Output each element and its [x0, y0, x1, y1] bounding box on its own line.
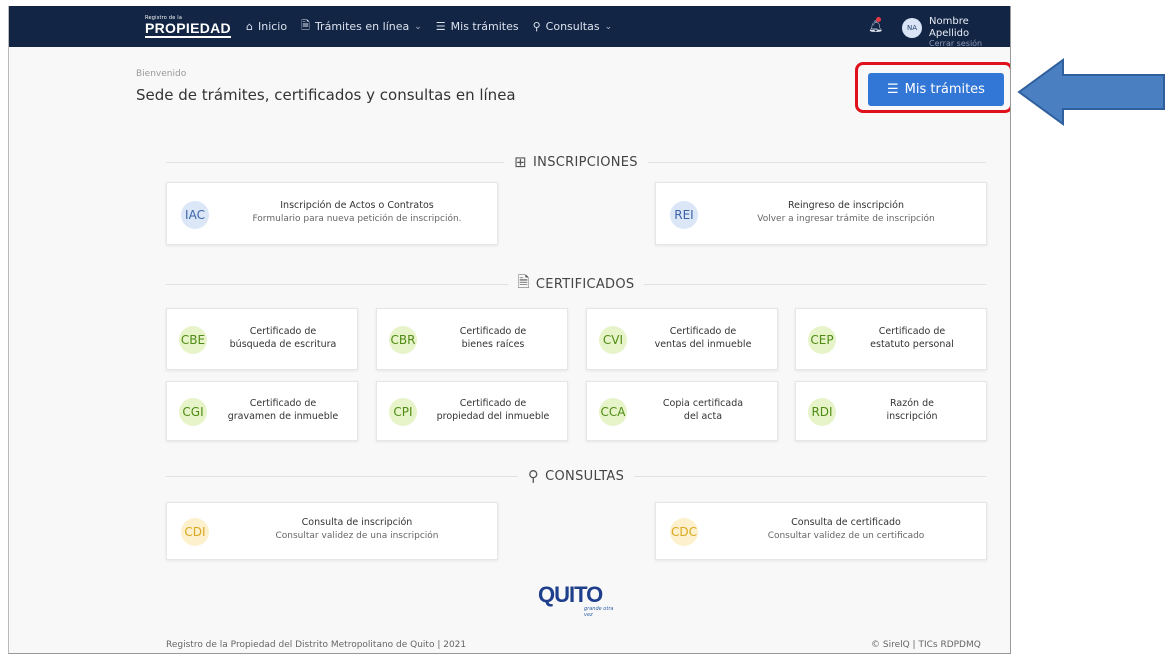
card-rdi-line2: inscripción — [886, 410, 938, 422]
badge-rdi: RDI — [808, 398, 836, 426]
footer-copyright: Registro de la Propiedad del Distrito Me… — [166, 640, 467, 650]
card-cgi-line1: Certificado de — [249, 398, 317, 409]
quito-logo: QUITO grande otra vez — [538, 582, 618, 618]
card-iac-subtitle: Formulario para nueva petición de inscri… — [252, 213, 462, 224]
badge-cep: CEP — [808, 326, 836, 354]
badge-cbr: CBR — [389, 326, 417, 354]
badge-cgi: CGI — [179, 398, 207, 426]
avatar[interactable]: NA — [902, 18, 922, 38]
search-icon: ⚲ — [532, 20, 541, 33]
card-iac[interactable]: IAC Inscripción de Actos o Contratos For… — [166, 182, 498, 245]
section-consultas-title: CONSULTAS — [545, 468, 625, 484]
card-cdi-subtitle: Consultar validez de una inscripción — [275, 530, 439, 541]
card-cep-line2: estatuto personal — [870, 338, 954, 350]
search-icon: ⚲ — [527, 467, 540, 485]
nav-consultas-label: Consultas — [545, 20, 600, 33]
quito-tagline: grande otra vez — [584, 606, 614, 618]
badge-iac: IAC — [181, 201, 209, 229]
card-cgi-line2: gravamen de inmueble — [227, 410, 339, 422]
card-iac-title: Inscripción de Actos o Contratos — [280, 200, 434, 211]
card-cca-line1: Copia certificada — [662, 398, 744, 409]
welcome-text: Bienvenido — [136, 69, 187, 79]
nav-tramites-label: Trámites en línea — [314, 20, 410, 33]
document-plus-icon: ⊞ — [514, 153, 528, 171]
card-cbe[interactable]: CBE Certificado de búsqueda de escritura — [166, 308, 358, 370]
card-rei-subtitle: Volver a ingresar trámite de inscripción — [757, 213, 935, 224]
document-icon: 🗎 — [301, 19, 310, 32]
nav-inicio[interactable]: ⌂ Inicio — [246, 20, 287, 33]
card-cdc[interactable]: CDC Consulta de certificado Consultar va… — [655, 502, 987, 560]
card-rei-title: Reingreso de inscripción — [787, 200, 905, 211]
logout-link[interactable]: Cerrar sesión — [929, 39, 1010, 48]
card-cpi-line1: Certificado de — [459, 398, 527, 409]
section-certificados-title: CERTIFICADOS — [535, 276, 635, 292]
page-title: Sede de trámites, certificados y consult… — [136, 86, 516, 104]
card-cpi[interactable]: CPI Certificado de propiedad del inmuebl… — [376, 381, 568, 441]
nav-tramites-en-linea[interactable]: 🗎 Trámites en línea ⌄ — [301, 17, 422, 36]
badge-rei: REI — [670, 201, 698, 229]
badge-cdi: CDI — [181, 518, 209, 546]
section-inscripciones-title: INSCRIPCIONES — [533, 154, 638, 170]
badge-cbe: CBE — [179, 326, 207, 354]
card-rdi[interactable]: RDI Razón de inscripción — [795, 381, 987, 441]
badge-cdc: CDC — [670, 518, 698, 546]
card-cbe-line1: Certificado de — [249, 326, 317, 337]
section-consultas: ⚲ CONSULTAS — [166, 466, 986, 486]
nav-inicio-label: Inicio — [257, 20, 288, 33]
chevron-down-icon: ⌄ — [604, 21, 613, 32]
card-cvi[interactable]: CVI Certificado de ventas del inmueble — [586, 308, 778, 370]
user-name: Nombre Apellido — [929, 16, 970, 39]
section-inscripciones: ⊞ INSCRIPCIONES — [166, 152, 986, 172]
home-icon: ⌂ — [246, 20, 253, 33]
card-cgi[interactable]: CGI Certificado de gravamen de inmueble — [166, 381, 358, 441]
card-cdc-title: Consulta de certificado — [791, 517, 901, 528]
notification-dot — [876, 17, 881, 22]
footer-credits: © SirelQ | TICs RDPDMQ — [871, 640, 981, 650]
logo-big-text: PROPIEDAD — [145, 20, 231, 38]
badge-cpi: CPI — [389, 398, 417, 426]
registro-propiedad-logo[interactable]: Registro de la PROPIEDAD — [145, 16, 231, 38]
card-cbr-line1: Certificado de — [459, 326, 527, 337]
nav-consultas[interactable]: ⚲ Consultas ⌄ — [533, 20, 613, 33]
app-window: Registro de la PROPIEDAD ⌂ Inicio 🗎 Trám… — [8, 6, 1011, 654]
top-navbar: Registro de la PROPIEDAD ⌂ Inicio 🗎 Trám… — [9, 6, 1010, 48]
card-cbe-line2: búsqueda de escritura — [229, 338, 337, 350]
nav-menu: ⌂ Inicio 🗎 Trámites en línea ⌄ ☰ Mis trá… — [246, 6, 612, 47]
card-cbr-line2: bienes raíces — [461, 338, 525, 350]
card-cep-line1: Certificado de — [878, 326, 946, 337]
card-rdi-line1: Razón de — [890, 398, 934, 409]
nav-mis-tramites-label: Mis trámites — [450, 20, 519, 33]
card-cbr[interactable]: CBR Certificado de bienes raíces — [376, 308, 568, 370]
card-cca[interactable]: CCA Copia certificada del acta — [586, 381, 778, 441]
section-certificados: 🗎 CERTIFICADOS — [166, 272, 986, 294]
annotation-arrow-icon — [1017, 58, 1165, 126]
user-menu[interactable]: Nombre Apellido Cerrar sesión — [929, 16, 1010, 48]
card-cvi-line2: ventas del inmueble — [654, 338, 752, 350]
highlight-box — [855, 62, 1010, 113]
card-cvi-line1: Certificado de — [669, 326, 737, 337]
card-rei[interactable]: REI Reingreso de inscripción Volver a in… — [655, 182, 987, 245]
chevron-down-icon: ⌄ — [414, 21, 422, 32]
document-icon: 🗎 — [517, 272, 530, 291]
quito-logo-text: QUITO — [538, 582, 603, 607]
card-cep[interactable]: CEP Certificado de estatuto personal — [795, 308, 987, 370]
card-cpi-line2: propiedad del inmueble — [436, 410, 550, 422]
card-cca-line2: del acta — [683, 410, 723, 422]
badge-cvi: CVI — [599, 326, 627, 354]
card-cdc-subtitle: Consultar validez de un certificado — [767, 530, 925, 541]
list-icon: ☰ — [435, 20, 446, 33]
card-cdi-title: Consulta de inscripción — [301, 517, 413, 528]
card-cdi[interactable]: CDI Consulta de inscripción Consultar va… — [166, 502, 498, 560]
badge-cca: CCA — [599, 398, 627, 426]
nav-mis-tramites[interactable]: ☰ Mis trámites — [436, 20, 519, 33]
